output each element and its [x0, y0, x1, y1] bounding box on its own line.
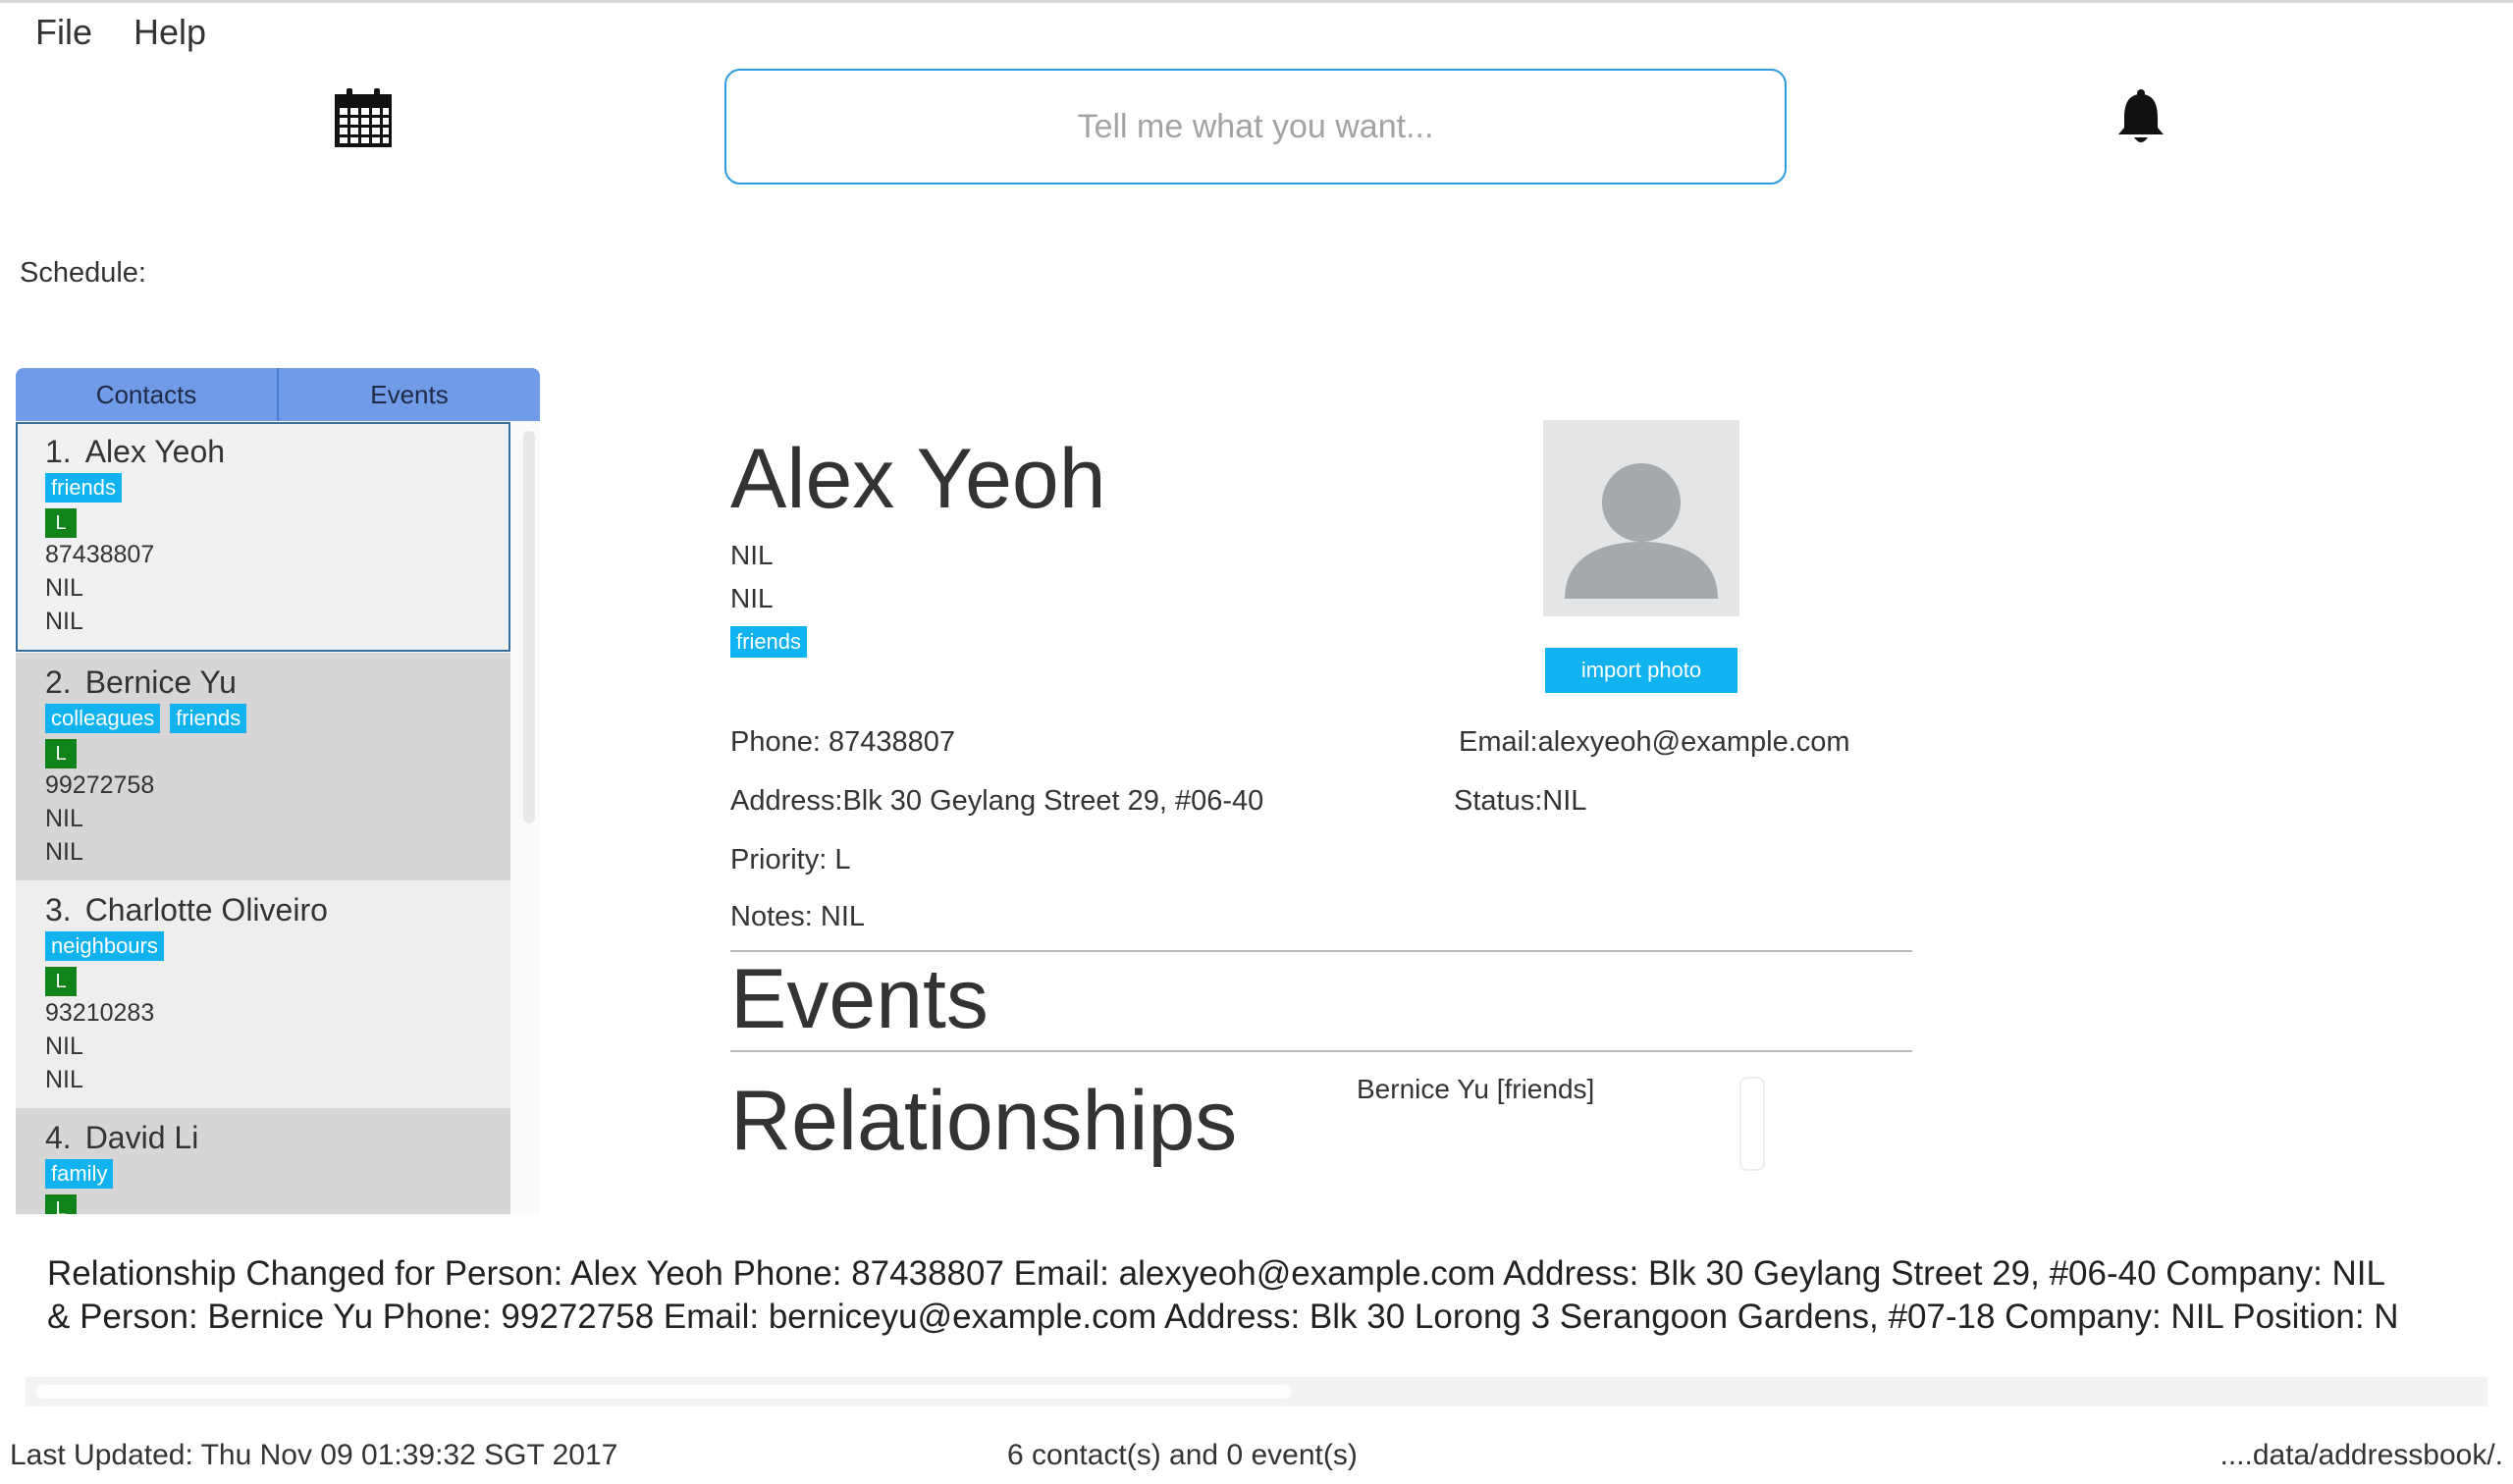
contact-card-4[interactable]: 4. David Li family L: [16, 1108, 510, 1214]
contact-line: NIL: [45, 574, 83, 602]
events-heading: Events: [730, 952, 989, 1046]
contact-name: Alex Yeoh: [84, 434, 226, 469]
priority-label: Priority:: [730, 844, 828, 875]
contact-phone: 87438807: [45, 541, 155, 568]
menu-file[interactable]: File: [35, 12, 92, 53]
phone-field: Phone: 87438807: [730, 726, 955, 759]
relationship-item[interactable]: Bernice Yu [friends]: [1357, 1074, 1594, 1105]
address-label: Address:: [730, 785, 843, 817]
relationship-scrollbar[interactable]: [1739, 1077, 1765, 1171]
contact-line: NIL: [45, 608, 83, 635]
tag-list: family: [45, 1159, 510, 1189]
result-display: Relationship Changed for Person: Alex Ye…: [47, 1252, 2491, 1339]
phone-value: 87438807: [828, 726, 956, 758]
relationships-heading: Relationships: [730, 1074, 1238, 1168]
tag: friends: [170, 704, 247, 733]
priority-badge: L: [45, 967, 77, 996]
contact-index: 3.: [45, 892, 72, 928]
tag: friends: [45, 473, 123, 503]
result-scrollbar-thumb[interactable]: [35, 1385, 1292, 1399]
phone-label: Phone:: [730, 726, 821, 758]
divider: [730, 1050, 1912, 1052]
command-input[interactable]: [726, 70, 1785, 184]
tag-list: friends: [45, 473, 508, 503]
email-field: Email:alexyeoh@example.com: [1459, 726, 1850, 759]
detail-line: NIL: [730, 583, 774, 613]
window-top-border: [0, 0, 2513, 3]
menu-bar: File Help: [35, 12, 206, 53]
contact-title: 2. Bernice Yu: [45, 662, 510, 702]
contact-index: 1.: [45, 434, 72, 469]
avatar-icon: [1565, 463, 1718, 599]
contact-line: NIL: [45, 838, 83, 866]
tag-list: neighbours: [45, 931, 510, 961]
status-field: Status:NIL: [1454, 785, 1586, 818]
contact-title: 1. Alex Yeoh: [45, 432, 508, 471]
command-box: [724, 69, 1787, 185]
save-location-status: ....data/addressbook/.: [2219, 1439, 2503, 1471]
tag: neighbours: [45, 931, 164, 961]
list-tabs: Contacts Events: [16, 368, 540, 421]
email-label: Email:: [1459, 726, 1538, 758]
avatar: [1543, 420, 1739, 616]
priority-value: L: [834, 844, 851, 875]
contact-name: David Li: [84, 1120, 199, 1155]
contact-title: 4. David Li: [45, 1118, 510, 1157]
schedule-label: Schedule:: [20, 257, 146, 289]
contact-card-2[interactable]: 2. Bernice Yu colleagues friends L 99272…: [16, 653, 510, 880]
detail-line: NIL: [730, 540, 774, 570]
bell-icon[interactable]: [2115, 88, 2166, 147]
tag: family: [45, 1159, 114, 1189]
last-updated-status: Last Updated: Thu Nov 09 01:39:32 SGT 20…: [10, 1439, 618, 1471]
list-scrollbar[interactable]: [523, 431, 535, 823]
tab-events[interactable]: Events: [277, 368, 540, 421]
tag: colleagues: [45, 704, 161, 733]
notes-label: Notes:: [730, 901, 813, 932]
result-scrollbar[interactable]: [26, 1377, 2487, 1406]
address-field: Address:Blk 30 Geylang Street 29, #06-40: [730, 785, 1263, 818]
tag-list: colleagues friends: [45, 704, 510, 733]
contact-index: 2.: [45, 664, 72, 700]
result-line: Relationship Changed for Person: Alex Ye…: [47, 1254, 2385, 1293]
contact-line: NIL: [45, 1066, 83, 1093]
status-label: Status:: [1454, 785, 1543, 817]
contact-name: Charlotte Oliveiro: [84, 892, 328, 928]
detail-tag: friends: [730, 626, 808, 658]
priority-badge: L: [45, 1194, 77, 1214]
contact-title: 3. Charlotte Oliveiro: [45, 890, 510, 929]
contact-card-3[interactable]: 3. Charlotte Oliveiro neighbours L 93210…: [16, 880, 510, 1108]
contact-list[interactable]: 1. Alex Yeoh friends L 87438807 NIL NIL …: [16, 421, 540, 1214]
contact-line: NIL: [45, 1033, 83, 1060]
contact-name: Bernice Yu: [84, 664, 237, 700]
priority-badge: L: [45, 739, 77, 768]
result-line: & Person: Bernice Yu Phone: 99272758 Ema…: [47, 1298, 2399, 1336]
contact-phone: 93210283: [45, 999, 155, 1027]
priority-field: Priority: L: [730, 844, 851, 876]
notes-value: NIL: [820, 901, 866, 932]
priority-badge: L: [45, 508, 77, 538]
contact-index: 4.: [45, 1120, 72, 1155]
detail-name: Alex Yeoh: [730, 432, 1106, 526]
contact-phone: 99272758: [45, 771, 155, 799]
contact-line: NIL: [45, 805, 83, 832]
count-status: 6 contact(s) and 0 event(s): [1007, 1439, 1358, 1471]
address-value: Blk 30 Geylang Street 29, #06-40: [842, 785, 1264, 817]
tab-contacts[interactable]: Contacts: [16, 368, 277, 421]
status-value: NIL: [1542, 785, 1587, 817]
menu-help[interactable]: Help: [134, 12, 206, 53]
import-photo-button[interactable]: import photo: [1545, 648, 1738, 693]
calendar-icon[interactable]: [333, 86, 394, 149]
notes-field: Notes: NIL: [730, 901, 865, 933]
email-value: alexyeoh@example.com: [1537, 726, 1850, 758]
contact-card-1[interactable]: 1. Alex Yeoh friends L 87438807 NIL NIL: [16, 422, 510, 652]
